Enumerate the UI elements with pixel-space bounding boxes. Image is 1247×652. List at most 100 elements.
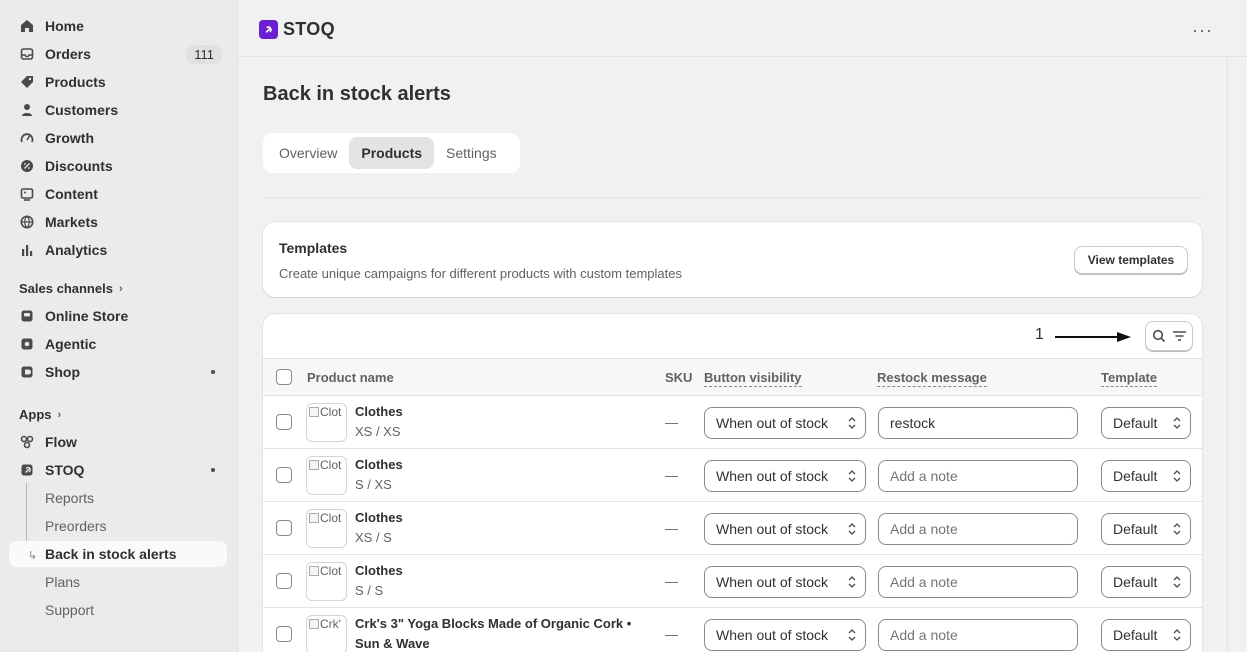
header-sku[interactable]: SKU [665,370,692,385]
sidebar-item-label: Home [45,18,84,34]
product-name[interactable]: Crk's 3" Yoga Blocks Made of Organic Cor… [355,616,631,631]
broken-image-icon [309,619,319,629]
tab-overview[interactable]: Overview [267,137,349,169]
filter-icon [1172,331,1186,341]
sidebar-item-markets[interactable]: Markets [9,209,227,235]
button-visibility-select[interactable]: When out of stock [704,513,866,545]
product-name[interactable]: Clothes [355,457,403,472]
select-all-checkbox[interactable] [276,369,292,385]
restock-message-input[interactable] [878,513,1078,545]
stoq-logo-icon [259,20,278,39]
templates-description: Create unique campaigns for different pr… [279,266,682,281]
sidebar-item-label: Agentic [45,336,97,352]
view-templates-button[interactable]: View templates [1074,246,1188,274]
product-name[interactable]: Clothes [355,510,403,525]
sidebar-subitem-support[interactable]: Support [9,597,227,623]
template-select[interactable]: Default [1101,513,1191,545]
sidebar-subitem-back-in-stock-alerts[interactable]: Back in stock alerts [9,541,227,567]
sidebar-item-home[interactable]: Home [9,13,227,39]
product-variant: XS / S [355,530,392,545]
product-name[interactable]: Clothes [355,404,403,419]
person-icon [19,102,35,118]
select-chevron-icon [848,470,856,482]
template-select[interactable]: Default [1101,407,1191,439]
chevron-right-icon: › [57,408,62,421]
row-checkbox[interactable] [276,573,292,589]
sidebar-item-content[interactable]: Content [9,181,227,207]
sidebar-item-growth[interactable]: Growth [9,125,227,151]
sidebar-item-label: Products [45,74,106,90]
table-row: Clot Clothes S / XS — When out of stock … [263,449,1202,502]
search-filter-button[interactable] [1145,321,1193,351]
templates-card: Templates Create unique campaigns for di… [263,222,1202,297]
sidebar-item-stoq[interactable]: STOQ [9,457,227,483]
button-visibility-select[interactable]: When out of stock [704,566,866,598]
row-checkbox[interactable] [276,626,292,642]
template-select[interactable]: Default [1101,619,1191,651]
sidebar-item-label: Growth [45,130,94,146]
sidebar-item-label: Analytics [45,242,108,258]
restock-message-input[interactable] [878,407,1078,439]
table-row: Crk' Crk's 3" Yoga Blocks Made of Organi… [263,608,1202,652]
product-name[interactable]: Clothes [355,563,403,578]
header-product-name[interactable]: Product name [307,370,394,385]
thumbnail-alt-text: Clot [320,458,342,472]
image-icon [19,186,35,202]
sidebar-subitem-preorders[interactable]: Preorders [9,513,227,539]
sidebar-item-discounts[interactable]: Discounts [9,153,227,179]
discount-icon [19,158,35,174]
more-actions-button[interactable]: ··· [1192,20,1213,41]
button-visibility-select[interactable]: When out of stock [704,460,866,492]
sidebar-subitem-label: Back in stock alerts [45,546,177,562]
orders-count-badge: 111 [186,44,222,64]
store-icon [19,308,35,324]
select-value: Default [1113,574,1158,590]
template-select[interactable]: Default [1101,566,1191,598]
sidebar-item-agentic[interactable]: Agentic [9,331,227,357]
restock-message-input[interactable] [878,619,1078,651]
button-visibility-select[interactable]: When out of stock [704,619,866,651]
button-visibility-select[interactable]: When out of stock [704,407,866,439]
select-value: When out of stock [716,468,829,484]
table-row: Clot Clothes XS / S — When out of stock … [263,502,1202,555]
sidebar-subitem-reports[interactable]: Reports [9,485,227,511]
gauge-icon [19,130,35,146]
sidebar: Home Orders 111 Products Customers Growt… [0,0,238,652]
sidebar-item-shop[interactable]: Shop [9,359,227,385]
select-value: When out of stock [716,415,829,431]
row-checkbox[interactable] [276,414,292,430]
sidebar-item-products[interactable]: Products [9,69,227,95]
select-chevron-icon [1173,417,1181,429]
tab-settings[interactable]: Settings [434,137,509,169]
sales-channels-heading[interactable]: Sales channels › [19,281,123,296]
globe-icon [19,214,35,230]
sidebar-item-customers[interactable]: Customers [9,97,227,123]
select-value: Default [1113,521,1158,537]
sidebar-item-label: Discounts [45,158,113,174]
product-sku: — [665,415,678,430]
sidebar-subitem-label: Reports [45,490,95,506]
thumbnail-alt-text: Clot [320,405,342,419]
select-chevron-icon [848,523,856,535]
broken-image-icon [309,566,319,576]
row-checkbox[interactable] [276,467,292,483]
sidebar-item-online-store[interactable]: Online Store [9,303,227,329]
restock-message-input[interactable] [878,566,1078,598]
header-restock-message[interactable]: Restock message [877,370,987,387]
sidebar-item-orders[interactable]: Orders 111 [9,41,227,67]
restock-message-input[interactable] [878,460,1078,492]
table-row: Clot Clothes XS / XS — When out of stock… [263,396,1202,449]
broken-image-icon [309,460,319,470]
template-select[interactable]: Default [1101,460,1191,492]
status-dot [211,468,215,472]
page-title: Back in stock alerts [263,83,451,105]
sidebar-item-analytics[interactable]: Analytics [9,237,227,263]
row-checkbox[interactable] [276,520,292,536]
header-template[interactable]: Template [1101,370,1158,387]
sidebar-item-label: Orders [45,46,91,62]
tab-products[interactable]: Products [349,137,435,169]
sidebar-item-flow[interactable]: Flow [9,429,227,455]
apps-heading[interactable]: Apps › [19,407,61,422]
sidebar-subitem-plans[interactable]: Plans [9,569,227,595]
header-button-visibility[interactable]: Button visibility [704,370,802,387]
